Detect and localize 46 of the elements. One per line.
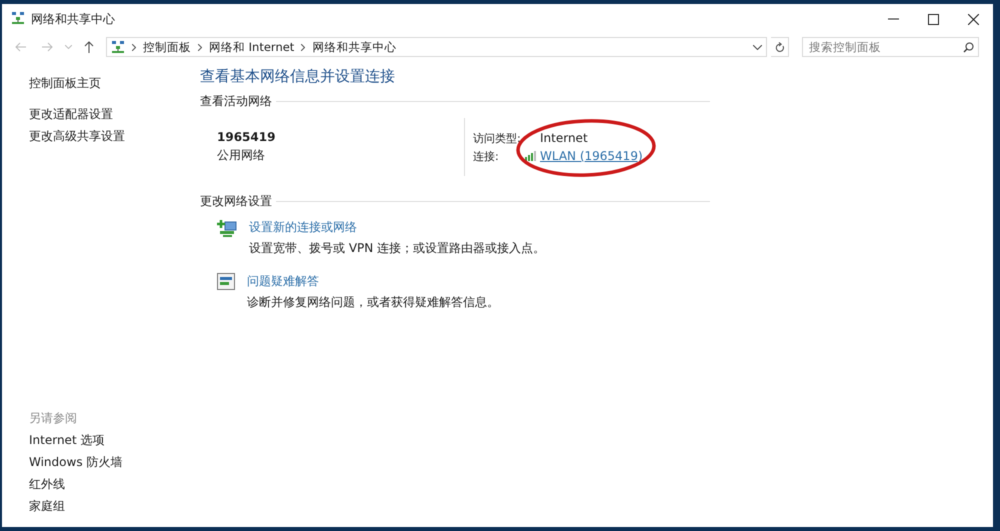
field-label: 访问类型: (473, 130, 522, 146)
address-bar[interactable]: 控制面板 网络和 Internet 网络和共享中心 (106, 37, 767, 57)
network-icon (11, 10, 25, 24)
breadcrumb[interactable]: 网络和共享中心 (312, 40, 396, 54)
chevron-icon (132, 44, 136, 50)
section-heading: 更改网络设置 (200, 193, 272, 210)
section-heading: 查看活动网络 (200, 93, 272, 110)
wifi-signal-icon (522, 151, 536, 161)
task-link[interactable]: 问题疑难解答 (247, 273, 319, 290)
refresh-button[interactable] (771, 37, 789, 57)
see-also-heading: 另请参阅 (29, 410, 77, 427)
task-description: 设置宽带、拨号或 VPN 连接；或设置路由器或接入点。 (249, 240, 546, 257)
see-also-link[interactable]: Internet 选项 (29, 429, 104, 451)
back-arrow-icon (15, 42, 27, 52)
troubleshoot-icon (217, 273, 235, 290)
search-field[interactable]: 搜索控制面板 (802, 37, 979, 57)
chevron-down-icon (64, 45, 72, 49)
sidebar-link[interactable]: 更改高级共享设置 (29, 125, 125, 147)
connection-link[interactable]: WLAN (1965419) (540, 149, 643, 163)
see-also-link[interactable]: 红外线 (29, 473, 65, 495)
minimize-icon (888, 18, 898, 20)
new-connection-icon (217, 219, 237, 239)
refresh-icon (774, 42, 784, 52)
network-category[interactable]: 公用网络 (217, 147, 265, 164)
maximize-icon (928, 14, 938, 24)
task-link[interactable]: 设置新的连接或网络 (249, 219, 357, 236)
forward-arrow-icon (41, 42, 53, 52)
page-heading: 查看基本网络信息并设置连接 (200, 66, 396, 87)
up-arrow-icon (84, 41, 94, 53)
chevron-icon (301, 44, 306, 50)
chevron-down-icon (752, 44, 762, 50)
close-icon (968, 14, 978, 24)
field-label: 连接: (473, 148, 500, 164)
see-also-link[interactable]: Windows 防火墙 (29, 451, 122, 473)
location-icon (111, 40, 125, 54)
breadcrumb[interactable]: 网络和 Internet (209, 40, 294, 54)
sidebar-link[interactable]: 控制面板主页 (29, 72, 101, 94)
sidebar-link[interactable]: 更改适配器设置 (29, 103, 113, 125)
chevron-icon (198, 44, 202, 50)
network-name: 1965419 (217, 130, 276, 144)
task-description: 诊断并修复网络问题，或者获得疑难解答信息。 (247, 294, 499, 311)
see-also-link[interactable]: 家庭组 (29, 495, 65, 517)
field-value: Internet (540, 131, 588, 145)
breadcrumb[interactable]: 控制面板 (143, 40, 191, 54)
search-icon (963, 42, 974, 53)
window-title: 网络和共享中心 (31, 10, 116, 28)
